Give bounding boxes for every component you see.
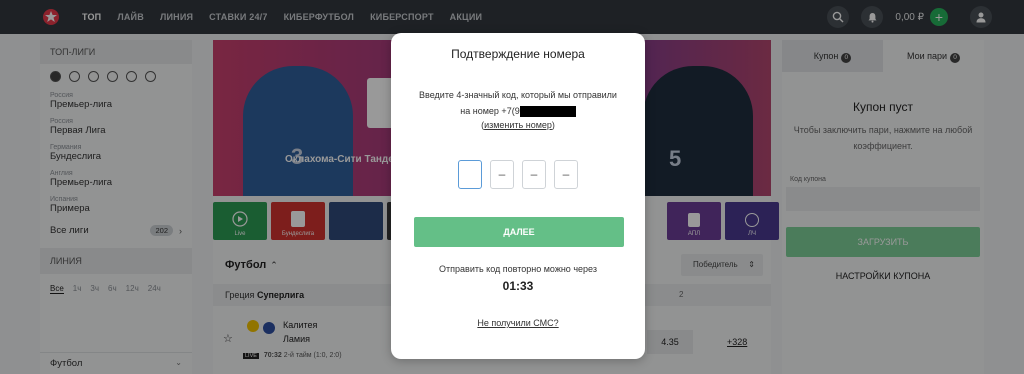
code-digit-3[interactable]: –	[522, 160, 546, 189]
change-number-wrapper: (изменить номер)	[481, 120, 555, 130]
no-sms-link[interactable]: Не получили СМС?	[391, 318, 645, 328]
dialog-description-text: Введите 4-значный код, который мы отправ…	[419, 90, 617, 116]
code-input-group: – – –	[458, 160, 578, 189]
code-digit-1[interactable]	[458, 160, 482, 189]
dialog-title: Подтверждение номера	[451, 47, 585, 61]
code-digit-4[interactable]: –	[554, 160, 578, 189]
resend-text: Отправить код повторно можно через	[439, 264, 597, 274]
masked-phone-number	[519, 106, 576, 118]
change-number-link[interactable]: изменить номер	[484, 120, 552, 130]
resend-timer: 01:33	[502, 279, 534, 293]
dialog-description: Введите 4-значный код, который мы отправ…	[413, 87, 623, 119]
code-digit-2[interactable]: –	[490, 160, 514, 189]
phone-confirmation-dialog: Подтверждение номера Введите 4-значный к…	[391, 33, 645, 359]
next-button[interactable]: ДАЛЕЕ	[414, 217, 624, 247]
